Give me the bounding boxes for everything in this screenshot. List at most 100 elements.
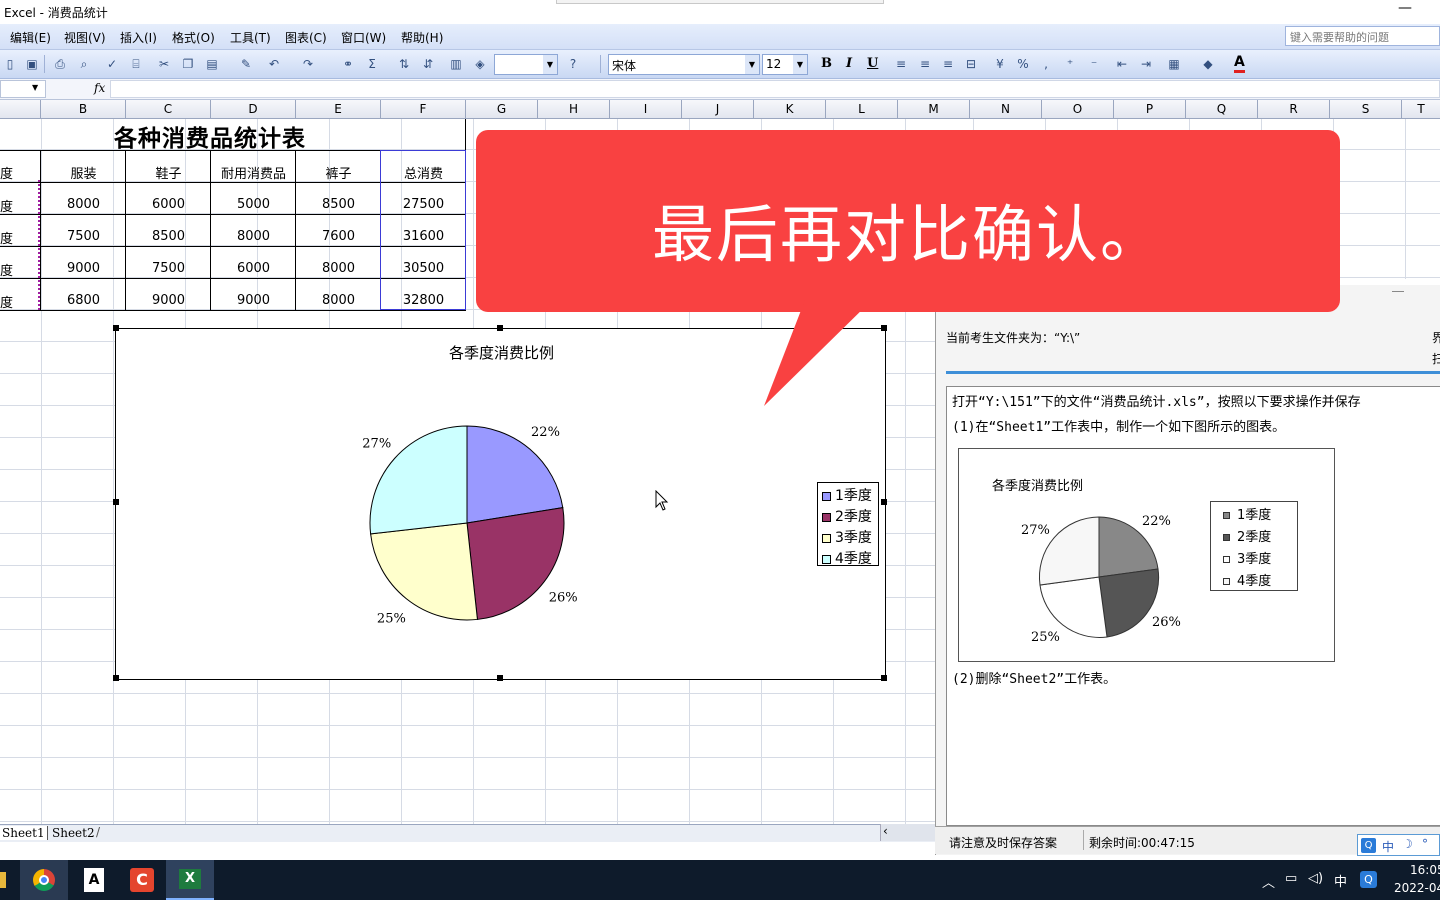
increase-indent-icon[interactable]: ⇥ — [1138, 56, 1154, 72]
resize-handle[interactable] — [113, 325, 119, 331]
column-header-j[interactable]: J — [682, 100, 754, 119]
decrease-decimal-icon[interactable]: ⁻ — [1086, 56, 1102, 72]
table-cell[interactable]: 8000 — [296, 293, 381, 308]
redo-icon[interactable]: ↷ — [300, 56, 316, 72]
table-cell[interactable]: 6800 — [41, 293, 126, 308]
column-header-g[interactable]: G — [466, 100, 538, 119]
align-left-icon[interactable]: ≡ — [893, 56, 909, 72]
resize-handle[interactable] — [113, 499, 119, 505]
table-cell[interactable]: 9000 — [126, 293, 211, 308]
table-cell[interactable]: 6000 — [211, 261, 296, 276]
pie-slice-1[interactable] — [466, 425, 564, 524]
hyperlink-icon[interactable]: ⚭ — [340, 56, 356, 72]
table-cell[interactable]: 5000 — [211, 197, 296, 212]
taskbar-app-pen[interactable]: A — [70, 860, 118, 900]
resize-handle[interactable] — [497, 325, 503, 331]
header-cell-quarter[interactable]: 度 — [0, 163, 40, 182]
bold-button[interactable]: B — [821, 56, 832, 71]
column-header-l[interactable]: L — [826, 100, 898, 119]
tray-chevron-icon[interactable]: ︿ — [1262, 872, 1275, 891]
insert-function-button[interactable]: fx — [94, 81, 105, 95]
table-cell[interactable]: 30500 — [381, 261, 466, 276]
italic-button[interactable]: I — [846, 56, 852, 71]
header-cell-shoes[interactable]: 鞋子 — [126, 163, 211, 182]
table-cell[interactable]: 8500 — [296, 197, 381, 212]
menu-window[interactable]: 窗口(W) — [341, 29, 386, 46]
menu-view[interactable]: 视图(V) — [64, 29, 106, 46]
print-icon[interactable]: ⎙ — [52, 56, 68, 72]
table-cell[interactable]: 7500 — [41, 229, 126, 244]
font-size-select[interactable]: 12 ▼ — [762, 54, 808, 75]
sheet-tab-sheet1[interactable]: Sheet1 — [0, 826, 48, 840]
column-header-o[interactable]: O — [1042, 100, 1114, 119]
scroll-left-icon[interactable]: ‹ — [883, 824, 888, 838]
table-cell[interactable]: 31600 — [381, 229, 466, 244]
table-cell[interactable]: 7600 — [296, 229, 381, 244]
ime-mode-icon[interactable]: ☽ — [1402, 837, 1413, 851]
header-cell-pants[interactable]: 裤子 — [296, 163, 381, 182]
currency-icon[interactable]: ¥ — [992, 56, 1008, 72]
ime-punct-icon[interactable]: ° — [1422, 837, 1428, 851]
sheet-tab-sheet2[interactable]: Sheet2 — [48, 826, 99, 840]
format-painter-icon[interactable]: ✎ — [238, 56, 254, 72]
table-cell[interactable]: 8000 — [296, 261, 381, 276]
horizontal-scrollbar[interactable]: ‹ — [880, 824, 935, 841]
align-right-icon[interactable]: ≡ — [940, 56, 956, 72]
column-header-h[interactable]: H — [538, 100, 610, 119]
sort-descending-icon[interactable]: ⇵ — [420, 56, 436, 72]
column-header-q[interactable]: Q — [1186, 100, 1258, 119]
ime-language[interactable]: 中 — [1382, 838, 1394, 855]
column-header-a[interactable] — [0, 100, 41, 119]
menu-chart[interactable]: 图表(C) — [285, 29, 327, 46]
print-preview-icon[interactable]: ⌕ — [76, 56, 92, 72]
new-file-icon[interactable]: ▯ — [2, 56, 18, 72]
volume-icon[interactable]: ◁) — [1308, 871, 1323, 886]
taskbar-app-recorder[interactable]: C — [118, 860, 166, 900]
align-center-icon[interactable]: ≡ — [917, 56, 933, 72]
cut-icon[interactable]: ✂ — [156, 56, 172, 72]
table-cell[interactable]: 度 — [0, 196, 40, 215]
table-cell[interactable]: 6000 — [126, 197, 211, 212]
column-header-e[interactable]: E — [296, 100, 381, 119]
resize-handle[interactable] — [881, 325, 887, 331]
input-language[interactable]: 中 — [1334, 871, 1347, 890]
table-cell[interactable]: 8000 — [41, 197, 126, 212]
file-explorer-icon[interactable] — [0, 872, 6, 888]
copy-icon[interactable]: ❐ — [180, 56, 196, 72]
resize-handle[interactable] — [881, 675, 887, 681]
borders-icon[interactable]: ▦ — [1166, 56, 1182, 72]
minimize-button[interactable]: — — [1398, 0, 1412, 16]
column-header-p[interactable]: P — [1114, 100, 1186, 119]
ime-toolbar[interactable]: Q 中 ☽ ° — [1357, 834, 1440, 856]
ime-tray-icon[interactable]: Q — [1360, 871, 1377, 888]
name-box[interactable] — [0, 80, 46, 98]
underline-button[interactable]: U — [867, 56, 878, 71]
column-header-m[interactable]: M — [898, 100, 970, 119]
column-header-i[interactable]: I — [610, 100, 682, 119]
resize-handle[interactable] — [497, 675, 503, 681]
clock-date[interactable]: 2022-04 — [1394, 881, 1440, 895]
percent-icon[interactable]: % — [1015, 56, 1031, 72]
chart-wizard-icon[interactable]: ▥ — [448, 56, 464, 72]
taskbar-app-chrome[interactable] — [20, 860, 68, 900]
chart-legend[interactable]: 1季度 2季度 3季度 4季度 — [817, 482, 879, 567]
column-header-t[interactable]: T — [1402, 100, 1440, 119]
increase-decimal-icon[interactable]: ⁺ — [1062, 56, 1078, 72]
help-search-input[interactable]: 键入需要帮助的问题 — [1285, 26, 1440, 46]
header-cell-total[interactable]: 总消费 — [381, 163, 466, 182]
table-cell[interactable]: 度 — [0, 228, 40, 247]
merge-center-icon[interactable]: ⊟ — [963, 56, 979, 72]
fill-color-icon[interactable]: ◆ — [1200, 56, 1216, 72]
header-cell-clothing[interactable]: 服装 — [41, 163, 126, 182]
column-header-b[interactable]: B — [41, 100, 126, 119]
table-cell[interactable]: 9000 — [41, 261, 126, 276]
table-cell[interactable]: 8000 — [211, 229, 296, 244]
permission-icon[interactable]: ▣ — [24, 56, 40, 72]
menu-edit[interactable]: 编辑(E) — [10, 29, 51, 46]
taskbar-app-excel[interactable]: X — [166, 860, 214, 900]
column-header-n[interactable]: N — [970, 100, 1042, 119]
spelling-icon[interactable]: ✓ — [104, 56, 120, 72]
autosum-icon[interactable]: Σ — [364, 56, 380, 72]
panel-minimize-icon[interactable] — [1392, 291, 1404, 292]
resize-handle[interactable] — [881, 499, 887, 505]
